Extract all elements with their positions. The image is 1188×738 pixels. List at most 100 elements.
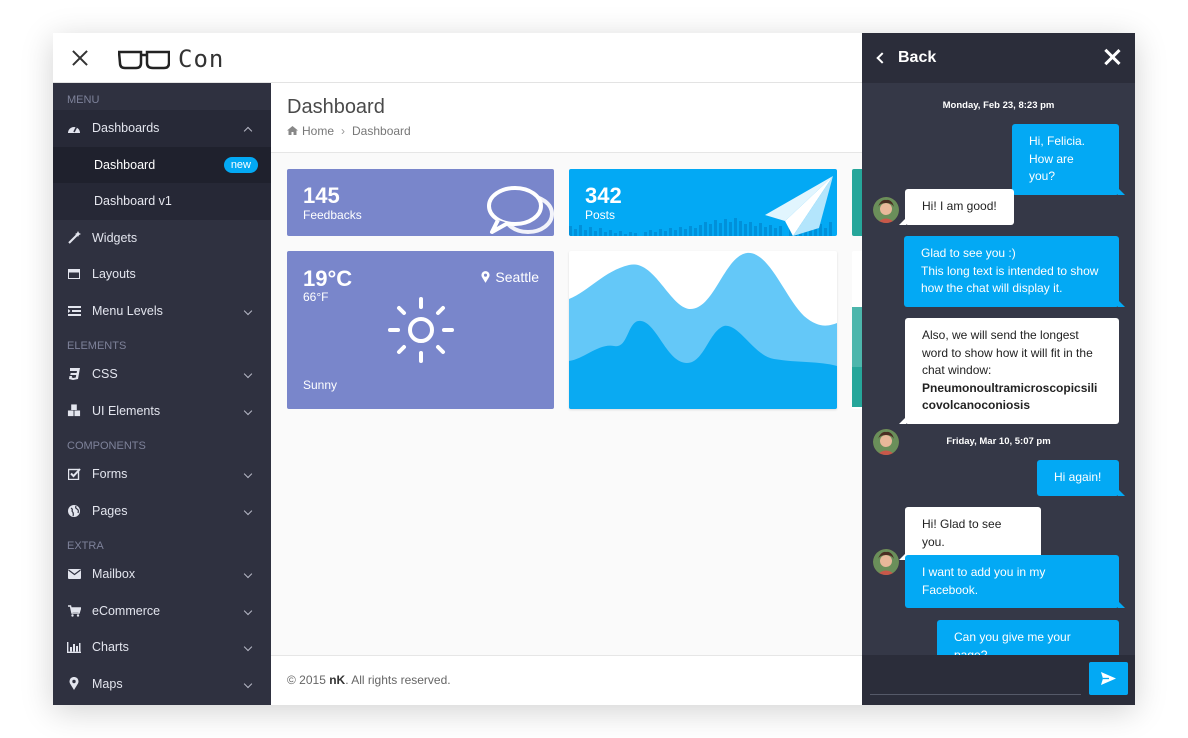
css3-icon <box>67 367 81 381</box>
sidebar-item-label: Dashboards <box>92 121 160 136</box>
temperature-fahrenheit: 66°F <box>303 290 329 304</box>
close-menu-icon[interactable] <box>70 48 90 68</box>
sidebar-item-layouts[interactable]: Layouts <box>53 256 271 293</box>
chat-message-outgoing: Hi again! <box>1037 460 1125 496</box>
sidebar-subitem-dashboard[interactable]: Dashboard new <box>53 146 271 183</box>
chat-header: Back <box>862 33 1135 83</box>
dashboard-icon <box>67 121 81 135</box>
sidebar-item-mailbox[interactable]: Mailbox <box>53 556 271 593</box>
weather-location: Seattle <box>481 269 539 285</box>
chat-message-incoming: Hi! I am good! <box>899 189 1014 225</box>
sidebar-item-ecommerce[interactable]: eCommerce <box>53 593 271 630</box>
chat-composer <box>862 655 1135 705</box>
breadcrumb-home-link[interactable]: Home <box>302 124 334 138</box>
breadcrumb: Home › Dashboard <box>287 124 862 138</box>
section-title-components: COMPONENTS <box>67 440 146 452</box>
sidebar-subitem-dashboard-v1[interactable]: Dashboard v1 <box>53 183 271 220</box>
section-title-menu: MENU <box>67 94 100 106</box>
sidebar-item-label: CSS <box>92 367 118 382</box>
app-window: Con MENU Dashboards Dashboard new Dashbo… <box>53 33 1135 705</box>
feedbacks-card[interactable]: 145 Feedbacks <box>287 169 554 236</box>
avatar <box>873 197 899 223</box>
chat-message-bold-word: Pneumonoultramicroscopicsilicovolcanocon… <box>922 380 1098 413</box>
magic-wand-icon <box>67 231 81 245</box>
chevron-down-icon <box>243 306 253 315</box>
list-icon <box>67 304 81 318</box>
sidebar-item-dashboards[interactable]: Dashboards <box>53 110 271 147</box>
chevron-down-icon <box>243 506 253 515</box>
send-button[interactable] <box>1089 662 1128 695</box>
chat-message-incoming: Hi! Glad to see you. <box>899 507 1041 560</box>
chevron-up-icon <box>243 126 253 136</box>
sidebar-item-widgets[interactable]: Widgets <box>53 220 271 257</box>
feedbacks-count: 145 <box>303 183 340 208</box>
chat-messages: Monday, Feb 23, 8:23 pm Hi, Felicia. How… <box>862 83 1135 655</box>
window-icon <box>67 267 81 281</box>
sidebar-item-maps[interactable]: Maps <box>53 666 271 703</box>
chat-back-button[interactable]: Back <box>898 49 936 67</box>
breadcrumb-current: Dashboard <box>352 124 411 138</box>
map-marker-icon <box>481 271 490 283</box>
logo-text: Con <box>178 45 225 73</box>
area-chart-card <box>569 251 837 409</box>
feedbacks-label: Feedbacks <box>303 208 362 222</box>
sidebar-item-label: Pages <box>92 503 128 518</box>
sidebar-item-ui-elements[interactable]: UI Elements <box>53 393 271 430</box>
sidebar-subitem-label: Dashboard <box>94 157 156 172</box>
logo[interactable]: Con <box>118 45 224 73</box>
sidebar-item-forms[interactable]: Forms <box>53 456 271 493</box>
sidebar-item-menu-levels[interactable]: Menu Levels <box>53 293 271 330</box>
chat-input[interactable] <box>870 667 1081 695</box>
bar-chart-icon <box>67 640 81 654</box>
chevron-down-icon <box>243 369 253 379</box>
sidebar-item-pages[interactable]: Pages <box>53 493 271 530</box>
sidebar-item-css[interactable]: CSS <box>53 356 271 393</box>
chat-message-incoming: Also, we will send the longest word to s… <box>899 318 1119 424</box>
checkbox-icon <box>67 467 81 481</box>
sidebar: MENU Dashboards Dashboard new Dashboard … <box>53 83 271 705</box>
chevron-down-icon <box>243 469 253 479</box>
sidebar-item-label: Widgets <box>92 230 138 245</box>
paper-plane-icon <box>765 176 833 236</box>
area-chart <box>569 252 837 409</box>
footer-prefix: © 2015 <box>287 673 330 687</box>
map-marker-icon <box>67 677 81 691</box>
chevron-down-icon <box>243 569 253 579</box>
close-icon[interactable] <box>1103 48 1121 66</box>
cart-icon <box>67 604 81 618</box>
avatar <box>873 549 899 575</box>
breadcrumb-separator-icon: › <box>341 124 346 138</box>
sidebar-item-label: eCommerce <box>92 603 161 618</box>
chat-date: Monday, Feb 23, 8:23 pm <box>942 100 1055 111</box>
page-header: Dashboard Home › Dashboard <box>271 83 862 153</box>
footer-suffix: . All rights reserved. <box>345 673 451 687</box>
globe-icon <box>67 504 81 518</box>
chat-panel: Back Monday, Feb 23, 8:23 pm Hi, Felicia… <box>862 33 1135 705</box>
footer-brand-link[interactable]: nK <box>329 673 345 687</box>
weather-card[interactable]: 19°C 66°F Seattle Sunny <box>287 251 554 409</box>
glasses-logo-icon <box>118 50 170 70</box>
footer: © 2015 nK. All rights reserved. <box>271 655 862 705</box>
section-title-extra: EXTRA <box>67 540 104 552</box>
chevron-left-icon[interactable] <box>876 52 888 64</box>
sidebar-item-label: Layouts <box>92 267 136 282</box>
chat-message-text: Also, we will send the longest word to s… <box>922 328 1093 377</box>
posts-count: 342 <box>585 183 622 208</box>
chat-message-outgoing: Hi, Felicia. How are you? <box>1012 124 1125 195</box>
comments-icon <box>487 186 554 234</box>
top-bar: Con <box>53 33 862 83</box>
main-content: Dashboard Home › Dashboard 145 Feedbacks… <box>271 83 864 705</box>
chevron-down-icon <box>243 606 253 615</box>
sidebar-item-label: Mailbox <box>92 567 136 582</box>
sidebar-item-label: Forms <box>92 467 128 482</box>
page-title: Dashboard <box>287 96 385 118</box>
temperature-celsius: 19°C <box>303 266 353 291</box>
posts-card[interactable]: 342 Posts <box>569 169 837 236</box>
sidebar-item-label: UI Elements <box>92 403 161 418</box>
sidebar-item-label: Charts <box>92 640 129 655</box>
cubes-icon <box>67 404 81 418</box>
sidebar-item-charts[interactable]: Charts <box>53 629 271 666</box>
sidebar-subitem-label: Dashboard v1 <box>94 194 172 209</box>
envelope-icon <box>67 567 81 581</box>
chat-message-outgoing: I want to add you in my Facebook. <box>905 555 1125 608</box>
